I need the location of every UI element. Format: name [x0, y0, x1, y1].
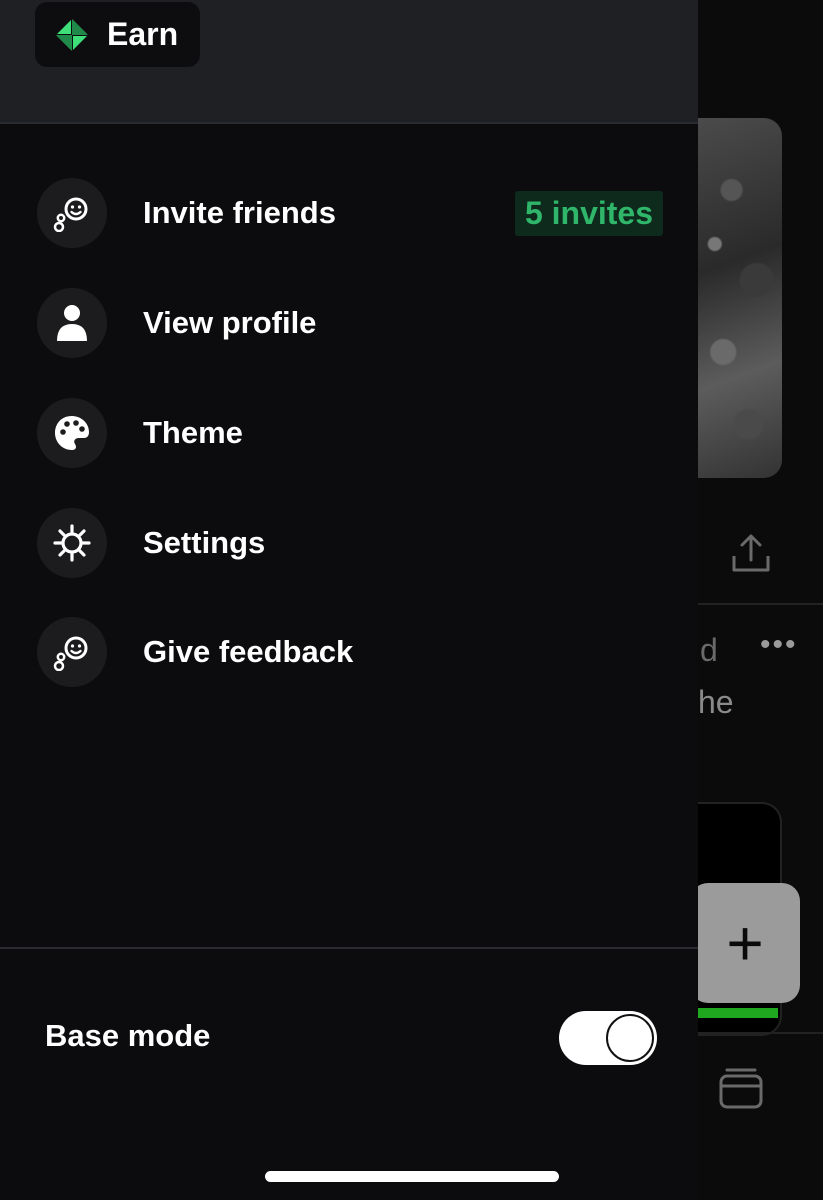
background-tabbar-divider: [698, 1032, 823, 1034]
menu-item-settings[interactable]: Settings: [37, 507, 667, 579]
base-mode-label: Base mode: [45, 1018, 211, 1053]
menu-item-label: Give feedback: [143, 634, 354, 669]
earn-label: Earn: [107, 16, 179, 52]
background-text: d: [700, 632, 718, 668]
base-mode-toggle[interactable]: [559, 1011, 657, 1065]
menu-item-theme[interactable]: Theme: [37, 397, 667, 469]
menu-item-label: Theme: [143, 415, 243, 450]
background-text: he: [698, 684, 734, 720]
navigation-drawer: Earn Invite friends 5 invites View profi…: [0, 0, 698, 1200]
gear-icon: [37, 508, 107, 578]
menu-item-invite-friends[interactable]: Invite friends 5 invites: [37, 177, 667, 249]
background-photo: [698, 118, 782, 478]
invites-count-badge: 5 invites: [514, 191, 663, 236]
earn-button[interactable]: Earn: [35, 2, 201, 67]
tab-icon: [719, 1068, 763, 1109]
drawer-divider: [0, 947, 698, 949]
menu-item-give-feedback[interactable]: Give feedback: [37, 616, 667, 688]
profile-icon: [37, 288, 107, 358]
home-indicator[interactable]: [265, 1171, 559, 1182]
create-button: +: [690, 883, 800, 1003]
palette-icon: [37, 398, 107, 468]
invite-friends-icon: [37, 178, 107, 248]
feedback-icon: [37, 617, 107, 687]
menu-item-view-profile[interactable]: View profile: [37, 287, 667, 359]
menu-item-label: Settings: [143, 525, 266, 560]
menu-item-label: View profile: [143, 305, 317, 340]
menu-item-label: Invite friends: [143, 195, 336, 230]
background-divider: [698, 603, 823, 605]
background-progress-bar: [698, 1008, 778, 1018]
drawer-header: Earn: [0, 0, 698, 124]
toggle-knob: [606, 1014, 654, 1062]
share-icon: [732, 534, 770, 572]
more-options-icon: •••: [760, 628, 798, 661]
earn-diamond-icon: [56, 18, 88, 51]
